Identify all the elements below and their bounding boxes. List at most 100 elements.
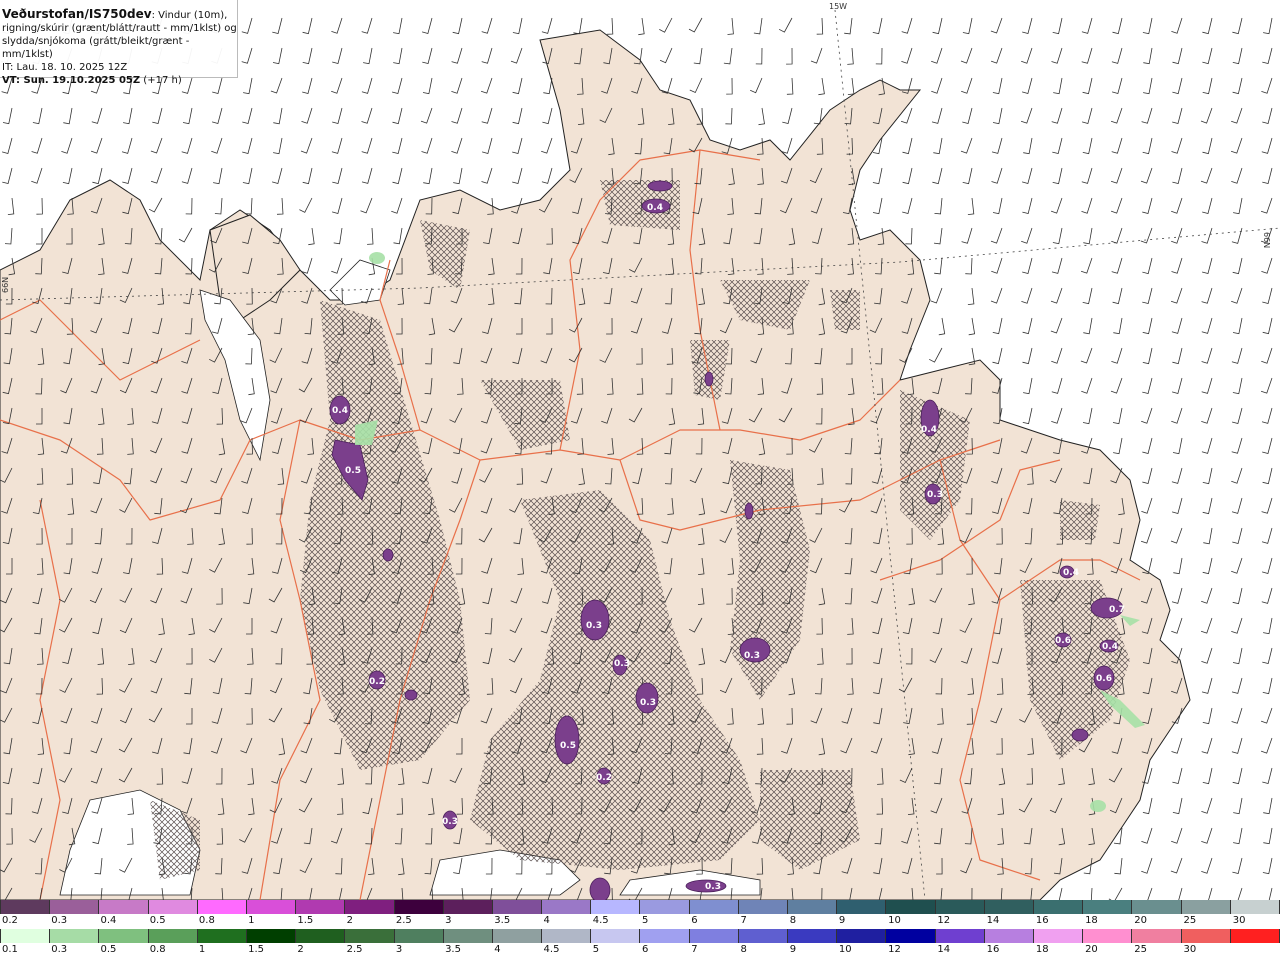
title-rest: : Vindur (10m), [151,10,228,21]
legend-swatch [1033,929,1084,943]
legend-label: 3.5 [494,915,511,926]
legend-swatch [984,900,1034,914]
subtitle-line-2: rigning/skúrir (grænt/blátt/rautt - mm/1… [2,23,237,34]
model-title: Veðurstofan/IS750dev [2,7,152,21]
precip-label: 0.3 [927,490,943,500]
precip-label: 0.6 [1096,674,1112,684]
latitude-label-right: 66N [1262,232,1271,249]
info-box: Veðurstofan/IS750dev: Vindur (10m), rign… [0,0,238,86]
legend-snow-swatches [0,900,1280,914]
legend-label: 4.5 [543,944,560,955]
legend-label: 4.5 [592,915,609,926]
legend-label: 10 [888,915,901,926]
legend-label: 0.3 [51,915,68,926]
legend-swatch [1230,900,1280,914]
precip-label: 0.2 [369,677,385,687]
legend-label: 2.5 [395,915,412,926]
legend-label: 7 [740,915,747,926]
legend-swatch [542,929,592,943]
legend-label: 16 [986,944,1000,955]
legend-label: 0.1 [2,944,18,955]
init-time: IT: Lau. 18. 10. 2025 12Z [2,62,128,73]
legend-label: 8 [740,944,747,955]
legend-swatch [246,929,297,943]
legend-swatch [984,929,1034,943]
legend-snow: 0.2 0.3 0.4 0.5 0.8 1 1.5 2 2.5 3 3.5 4 4.5 5 6 7 8 9 10 12… [0,900,1280,929]
forecast-hour: (+17 h) [140,75,182,86]
precip-label: 0.3 [744,651,760,661]
legend-label: 12 [888,944,901,955]
legend-label: 10 [838,944,852,955]
legend-label: 18 [1085,915,1098,926]
legend-swatch [689,929,739,943]
precip-label: 0.5 [345,466,361,476]
precip-label: 0.4 [332,406,348,416]
title-line: Veðurstofan/IS750dev: Vindur (10m), [2,8,237,22]
legend-label: 5 [642,915,649,926]
legend-swatch [50,929,100,943]
legend-label: 1.5 [297,915,314,926]
legend-swatch [394,900,444,914]
legend-swatch [296,900,346,914]
legend-swatch [1181,900,1231,914]
legend-swatch [394,929,444,943]
legend-swatch [788,900,838,914]
valid-time-line: VT: Sun. 19.10.2025 05Z (+17 h) [2,74,237,87]
legend-swatch [837,929,887,943]
legend-swatch [1033,900,1084,914]
legend-swatch [99,929,149,943]
precip-label: 0.3 [586,621,602,631]
legend-swatch [591,900,641,914]
legend-swatch [345,929,395,943]
precip-label: 0.2 [596,773,612,783]
precip-label: 0.3 [442,817,458,827]
legend-label: 0.5 [100,944,117,955]
latitude-label-left: 66N [1,276,10,293]
legend-rain-labels: 0.1 0.3 0.5 0.8 1 1.5 2 2.5 3 3.5 4 4.5 5 6 7 8 9 10 12 14 1… [0,943,1280,958]
legend-swatch [492,929,543,943]
legend-swatch [197,900,247,914]
legend-label: 7 [691,944,698,955]
precip-label: 0.3 [640,698,656,708]
legend-label: 18 [1035,944,1049,955]
legend-swatch [689,900,739,914]
legend-label: 0.2 [2,915,18,926]
legend-swatch [935,900,985,914]
legend-swatch [148,929,198,943]
legend-label: 4 [543,915,550,926]
legend-swatch [1132,900,1182,914]
legend-label: 3 [445,915,452,926]
legend-swatch [197,929,247,943]
precip-label: 0.3 [614,659,630,669]
legend-label: 12 [937,915,951,926]
legend-label: 5 [592,944,600,955]
legend-swatch [788,929,838,943]
precip-label: 0.4 [1102,642,1118,652]
legend-swatch [542,900,592,914]
valid-time: VT: Sun. 19.10.2025 05Z [2,75,141,86]
legend-label: 20 [1085,944,1098,955]
legend-swatch [492,900,543,914]
legend-label: 1 [198,944,206,955]
legend-label: 6 [642,944,649,955]
legend-rain-swatches [0,929,1280,943]
precip-label: 0.6 [1055,636,1071,646]
legend-label: 8 [789,915,797,926]
subtitle-line-3: slydda/snjókoma (grátt/bleikt/grænt - mm… [2,36,190,60]
legend-label: 20 [1134,915,1148,926]
legend-label: 14 [937,944,951,955]
legend-swatch [886,900,936,914]
legend-swatch [246,900,297,914]
legend-label: 2.5 [346,944,363,955]
precip-label: 0.4 [647,203,663,213]
precip-label: 0.7 [1109,605,1125,615]
legend-label: 14 [986,915,1000,926]
legend-swatch [296,929,346,943]
legend-swatch [640,900,690,914]
legend-swatch [0,929,51,943]
legend-swatch [1230,929,1280,943]
legend-swatch [345,900,395,914]
legend-rain: 0.1 0.3 0.5 0.8 1 1.5 2 2.5 3 3.5 4 4.5 5 6 7 8 9 10 12 14 1… [0,929,1280,958]
legend-swatch [1083,929,1133,943]
legend-swatch [0,900,51,914]
